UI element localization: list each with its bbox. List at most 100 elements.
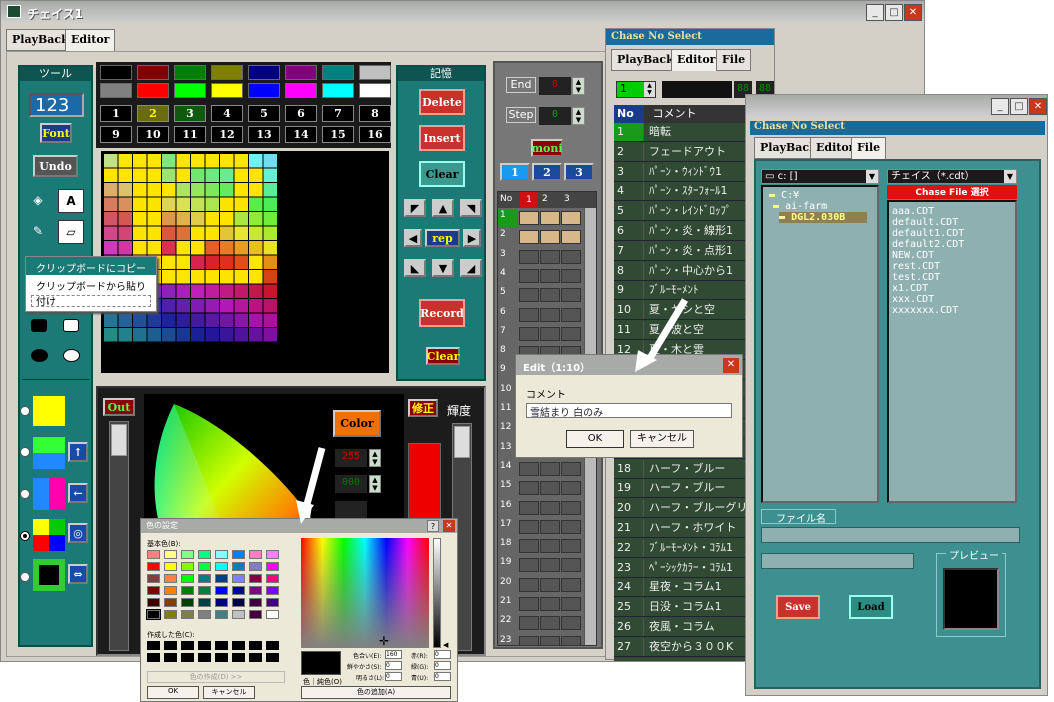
grid-cell[interactable] bbox=[162, 284, 176, 299]
step-cell[interactable] bbox=[519, 539, 539, 554]
palette-number-button[interactable]: 7 bbox=[322, 105, 354, 122]
basic-color-swatch[interactable] bbox=[215, 574, 228, 583]
palette-color[interactable] bbox=[322, 83, 354, 98]
pattern-split-v[interactable] bbox=[33, 478, 65, 510]
step-cell[interactable] bbox=[519, 211, 539, 225]
luminance-bar[interactable] bbox=[433, 538, 441, 648]
grid-cell[interactable] bbox=[205, 270, 220, 284]
basic-color-swatch[interactable] bbox=[266, 574, 279, 583]
grid-cell[interactable] bbox=[249, 168, 263, 183]
grid-cell[interactable] bbox=[249, 197, 263, 212]
grid-cell[interactable] bbox=[220, 255, 234, 270]
add-color-button[interactable]: 色の追加(A) bbox=[301, 686, 451, 699]
basic-color-swatch[interactable] bbox=[232, 598, 245, 607]
basic-color-swatch[interactable] bbox=[146, 609, 161, 620]
grid-cell[interactable] bbox=[234, 183, 249, 197]
grid-cell[interactable] bbox=[234, 226, 249, 241]
step-cell[interactable] bbox=[519, 230, 539, 245]
file-maximize-icon[interactable]: □ bbox=[1010, 98, 1028, 115]
move-upright-icon[interactable]: ◥ bbox=[460, 199, 482, 217]
green-input[interactable]: 0 bbox=[434, 661, 451, 670]
step-cell[interactable] bbox=[561, 635, 581, 645]
step-row[interactable]: 18 bbox=[498, 538, 584, 556]
grid-cell[interactable] bbox=[234, 241, 249, 255]
move-upleft-icon[interactable]: ◤ bbox=[404, 199, 426, 217]
menu-item-copy[interactable]: クリップボードにコピー bbox=[26, 257, 156, 275]
grid-cell[interactable] bbox=[220, 154, 234, 168]
grid-cell[interactable] bbox=[234, 168, 249, 183]
step-cell[interactable] bbox=[519, 481, 539, 496]
step-cell[interactable] bbox=[519, 577, 539, 592]
step-row[interactable]: 1 bbox=[498, 210, 584, 228]
load-button[interactable]: Load bbox=[849, 595, 893, 619]
maximize-icon[interactable]: □ bbox=[885, 4, 903, 21]
grid-cell[interactable] bbox=[162, 241, 176, 255]
grid-cell[interactable] bbox=[162, 270, 176, 284]
grid-cell[interactable] bbox=[176, 313, 191, 328]
basic-color-swatch[interactable] bbox=[215, 610, 228, 619]
grid-cell[interactable] bbox=[176, 212, 191, 226]
grid-cell[interactable] bbox=[263, 313, 278, 328]
gradient-grid[interactable] bbox=[104, 154, 279, 346]
step-cell[interactable] bbox=[561, 326, 581, 341]
grid-cell[interactable] bbox=[133, 226, 147, 241]
basic-color-swatch[interactable] bbox=[266, 550, 279, 559]
basic-color-swatch[interactable] bbox=[215, 550, 228, 559]
custom-color-swatch[interactable] bbox=[266, 641, 279, 650]
basic-color-swatch[interactable] bbox=[147, 574, 160, 583]
grid-cell[interactable] bbox=[205, 197, 220, 212]
grid-cell[interactable] bbox=[162, 197, 176, 212]
grid-cell[interactable] bbox=[147, 328, 162, 342]
grid-cell[interactable] bbox=[234, 284, 249, 299]
insert-button[interactable]: Insert bbox=[419, 125, 465, 151]
palette-number-button[interactable]: 9 bbox=[100, 126, 132, 143]
grid-cell[interactable] bbox=[176, 183, 191, 197]
palette-color[interactable] bbox=[211, 83, 243, 98]
step-cell[interactable] bbox=[561, 481, 581, 496]
file-item[interactable]: aaa.CDT bbox=[892, 206, 1015, 217]
grid-cell[interactable] bbox=[176, 197, 191, 212]
chase-file-select-button[interactable]: Chase File 選択 bbox=[887, 185, 1017, 199]
file-item[interactable]: default.CDT bbox=[892, 217, 1015, 228]
grid-cell[interactable] bbox=[162, 154, 176, 168]
grid-cell[interactable] bbox=[234, 270, 249, 284]
grid-cell[interactable] bbox=[162, 328, 176, 342]
file-item[interactable]: rest.CDT bbox=[892, 261, 1015, 272]
basic-color-swatch[interactable] bbox=[215, 586, 228, 595]
spin-2[interactable]: ▲ ▼ bbox=[369, 475, 381, 493]
color-spectrum[interactable]: ✛ bbox=[301, 538, 429, 648]
move-up-icon[interactable]: ▲ bbox=[432, 199, 454, 217]
grid-cell[interactable] bbox=[191, 313, 205, 328]
grid-cell[interactable] bbox=[147, 197, 162, 212]
channel-1-button[interactable]: 1 bbox=[500, 163, 530, 181]
grid-cell[interactable] bbox=[104, 226, 118, 241]
grid-cell[interactable] bbox=[263, 284, 278, 299]
basic-color-swatch[interactable] bbox=[249, 574, 262, 583]
basic-color-swatch[interactable] bbox=[249, 550, 262, 559]
grid-cell[interactable] bbox=[133, 154, 147, 168]
palette-color[interactable] bbox=[359, 83, 391, 98]
grid-cell[interactable] bbox=[249, 299, 263, 313]
step-cell[interactable] bbox=[540, 577, 560, 592]
grid-cell[interactable] bbox=[133, 241, 147, 255]
pattern-radio-5[interactable] bbox=[20, 572, 30, 582]
step-cell[interactable] bbox=[561, 500, 581, 515]
palette-number-button[interactable]: 5 bbox=[248, 105, 280, 122]
basic-color-swatch[interactable] bbox=[147, 550, 160, 559]
step-cell[interactable] bbox=[540, 500, 560, 515]
color-button[interactable]: Color bbox=[333, 410, 381, 437]
step-cell[interactable] bbox=[540, 519, 560, 534]
grid-cell[interactable] bbox=[162, 183, 176, 197]
filter-select[interactable]: チェイス（*.cdt） ▼ bbox=[887, 169, 1017, 184]
grid-cell[interactable] bbox=[263, 154, 278, 168]
grid-cell[interactable] bbox=[176, 270, 191, 284]
grid-cell[interactable] bbox=[118, 197, 133, 212]
grid-cell[interactable] bbox=[118, 328, 133, 342]
custom-color-swatch[interactable] bbox=[266, 653, 279, 662]
step-cell[interactable] bbox=[519, 249, 539, 264]
pattern-quad[interactable] bbox=[33, 519, 65, 551]
step-cell[interactable] bbox=[540, 558, 560, 573]
move-downleft-icon[interactable]: ◣ bbox=[404, 259, 426, 277]
step-cell[interactable] bbox=[540, 249, 560, 264]
grid-cell[interactable] bbox=[118, 212, 133, 226]
